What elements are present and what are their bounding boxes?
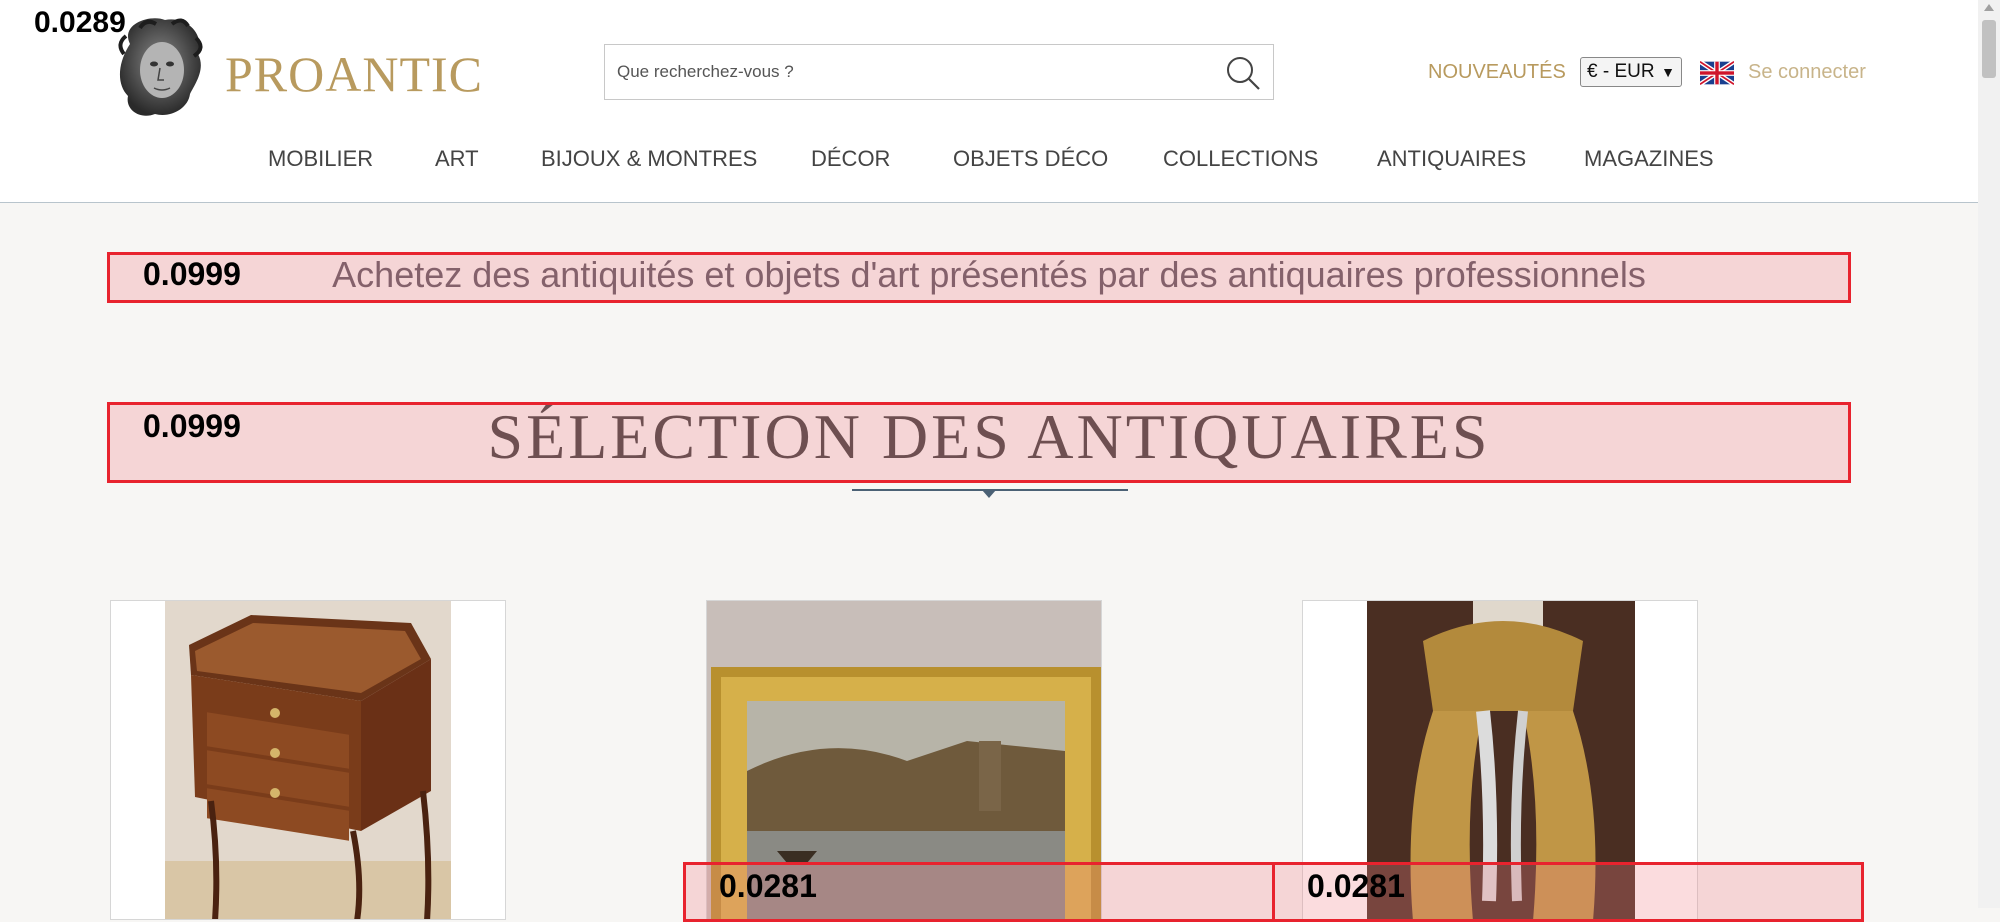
nav-item-objets-deco[interactable]: OBJETS DÉCO [953,146,1108,172]
product-card-1[interactable] [110,600,506,920]
currency-select[interactable]: € - EUR ▼ [1580,57,1682,87]
chevron-down-icon: ▼ [1661,64,1675,80]
new-arrivals-link[interactable]: NOUVEAUTÉS [1428,61,1566,84]
nav-item-antiquaires[interactable]: ANTIQUAIRES [1377,146,1526,172]
search-input[interactable] [605,45,1205,99]
card2-score: 0.0281 [719,868,817,904]
tagline-score: 0.0999 [143,256,241,292]
scroll-thumb[interactable] [1982,20,1996,78]
tagline-highlight-box [107,252,1851,303]
nav-item-magazines[interactable]: MAGAZINES [1584,146,1714,172]
main-nav: MOBILIER ART BIJOUX & MONTRES DÉCOR OBJE… [0,146,1978,182]
login-link[interactable]: Se connecter [1748,61,1866,84]
currency-value: € - EUR [1587,61,1655,82]
uk-flag-icon[interactable] [1700,60,1734,86]
nav-item-art[interactable]: ART [435,146,479,172]
search-icon[interactable] [1221,51,1265,95]
search-box [604,44,1274,100]
title-underline-arrow [982,490,996,498]
title-highlight-box [107,402,1851,483]
corner-score: 0.0289 [34,6,126,39]
nav-item-collections[interactable]: COLLECTIONS [1163,146,1318,172]
nav-item-decor[interactable]: DÉCOR [811,146,890,172]
page-scrollbar[interactable] [1978,0,2000,908]
scroll-up-icon[interactable] [1978,0,2000,16]
side-table-image [165,601,451,919]
site-header: PROANTIC NOUVEAUTÉS € - EUR ▼ Se connect… [0,0,1978,203]
card3-score: 0.0281 [1307,868,1405,904]
logo-text[interactable]: PROANTIC [225,45,483,103]
title-score: 0.0999 [143,408,241,444]
nav-item-mobilier[interactable]: MOBILIER [268,146,373,172]
nav-item-bijoux-montres[interactable]: BIJOUX & MONTRES [541,146,757,172]
